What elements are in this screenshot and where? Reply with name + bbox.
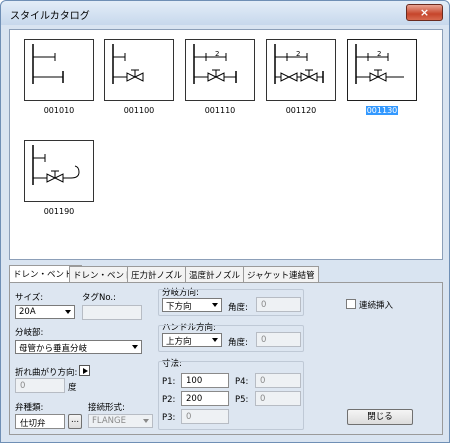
valve-browse-button[interactable]: ... <box>68 414 82 429</box>
degree-unit-label: 度 <box>68 383 77 393</box>
connection-type-label: 接続形式: <box>88 403 125 413</box>
p3-input[interactable]: 0 <box>181 409 229 424</box>
p2-input[interactable]: 200 <box>181 391 229 406</box>
valve-type-label: 弁種類: <box>15 403 44 413</box>
valve-type-input[interactable]: 仕切弁 <box>15 414 65 429</box>
tab-panel-drain-vent-1: サイズ: 20A タグNo.: 分岐部: 母管から垂直分岐 折れ曲がり方向: 0… <box>9 282 443 435</box>
catalog-item-label: 001110 <box>204 106 236 115</box>
style-catalog-dialog: スタイルカタログ × 001010 001100 2 001110 2 0011… <box>0 0 450 443</box>
close-button[interactable]: 閉じる <box>347 409 413 425</box>
p4-input[interactable]: 0 <box>255 373 301 388</box>
branch-label: 分岐部: <box>15 328 44 338</box>
branch-valve-line-icon: 2 <box>355 44 404 84</box>
handle-direction-select[interactable]: 上方向 <box>162 333 222 347</box>
branch-select-value: 母管から垂直分岐 <box>19 344 88 354</box>
p2-label: P2: <box>162 395 176 405</box>
connection-type-select[interactable]: FLANGE <box>88 414 153 428</box>
catalog-item-001190[interactable]: 001190 <box>24 140 94 216</box>
style-thumbnail: 2 <box>185 39 255 101</box>
catalog-item-001110[interactable]: 2 001110 <box>185 39 255 115</box>
chevron-down-icon <box>65 310 71 314</box>
p5-input[interactable]: 0 <box>255 391 301 406</box>
tab-jacket-connection[interactable]: ジャケット連結管 <box>243 266 319 282</box>
style-thumbnail: 2 <box>266 39 336 101</box>
close-window-button[interactable]: × <box>406 4 443 21</box>
tab-pressure-gauge-nozzle[interactable]: 圧力計ノズル <box>127 266 187 282</box>
catalog-item-001100[interactable]: 001100 <box>104 39 174 115</box>
catalog-item-001120[interactable]: 2 001120 <box>266 39 336 115</box>
branch-drain-icon <box>32 44 64 84</box>
style-thumbnail: 2 <box>347 39 417 101</box>
catalog-item-label: 001010 <box>43 106 75 115</box>
window-title: スタイルカタログ <box>10 11 90 22</box>
catalog-item-label: 001120 <box>285 106 317 115</box>
catalog-item-label: 001100 <box>123 106 155 115</box>
style-thumbnail <box>104 39 174 101</box>
connection-type-value: FLANGE <box>92 416 126 426</box>
tab-thermometer-nozzle[interactable]: 温度計ノズル <box>185 266 245 282</box>
style-thumbnail <box>24 39 94 101</box>
p1-label: P1: <box>162 377 176 387</box>
style-catalog-list[interactable]: 001010 001100 2 001110 2 001120 2 001130… <box>9 29 443 260</box>
bend-direction-label: 折れ曲がり方向: <box>15 368 78 378</box>
style-thumbnail <box>24 140 94 202</box>
size-select[interactable]: 20A <box>15 305 75 319</box>
branch-valve-icon <box>112 44 144 84</box>
chevron-down-icon <box>132 345 138 349</box>
branch-angle-input[interactable]: 0 <box>256 297 301 312</box>
chevron-down-icon <box>143 419 149 423</box>
branch-select[interactable]: 母管から垂直分岐 <box>15 340 142 354</box>
branch-valve-line-icon: 2 <box>193 44 237 84</box>
handle-angle-input[interactable]: 0 <box>256 332 301 347</box>
angle-label: 角度: <box>228 338 248 348</box>
continuous-insert-checkbox[interactable] <box>346 299 356 309</box>
tag-no-label: タグNo.: <box>82 293 116 303</box>
catalog-item-label: 001130 <box>365 106 399 115</box>
p1-input[interactable]: 100 <box>181 373 229 388</box>
branch-valve-bend-icon <box>32 145 80 185</box>
title-bar[interactable]: スタイルカタログ × <box>1 1 449 25</box>
chevron-down-icon <box>212 338 218 342</box>
tag-no-input[interactable] <box>82 305 142 320</box>
size-label: サイズ: <box>15 293 44 303</box>
branch-direction-select[interactable]: 下方向 <box>162 298 222 312</box>
p5-label: P5: <box>235 395 249 405</box>
bend-angle-input[interactable]: 0 <box>15 378 65 393</box>
play-icon[interactable] <box>79 365 90 376</box>
branch-double-valve-icon: 2 <box>274 44 324 84</box>
size-select-value: 20A <box>19 307 36 317</box>
handle-direction-value: 上方向 <box>166 337 192 347</box>
continuous-insert-label: 連続挿入 <box>359 301 394 311</box>
catalog-item-001130[interactable]: 2 001130 <box>347 39 417 115</box>
p3-label: P3: <box>162 413 176 423</box>
branch-direction-value: 下方向 <box>166 302 192 312</box>
chevron-down-icon <box>212 303 218 307</box>
catalog-item-001010[interactable]: 001010 <box>24 39 94 115</box>
p4-label: P4: <box>235 377 249 387</box>
catalog-item-label: 001190 <box>43 207 75 216</box>
angle-label: 角度: <box>228 303 248 313</box>
